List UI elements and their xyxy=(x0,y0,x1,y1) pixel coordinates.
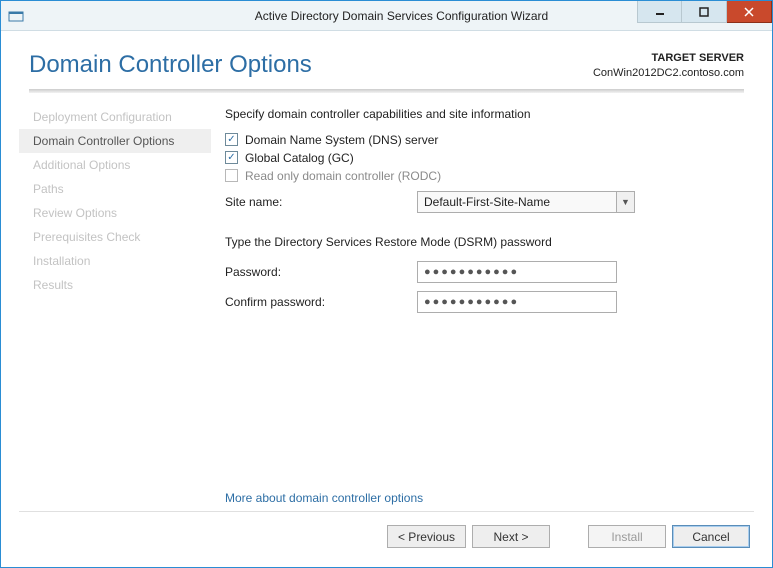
rodc-checkbox-row: Read only domain controller (RODC) xyxy=(225,169,744,183)
confirm-password-label: Confirm password: xyxy=(225,295,417,309)
next-button[interactable]: Next > xyxy=(472,525,550,548)
checkbox-icon: ✓ xyxy=(225,133,238,146)
wizard-window: Active Directory Domain Services Configu… xyxy=(0,0,773,568)
header: Domain Controller Options TARGET SERVER … xyxy=(1,31,772,89)
nav-additional-options[interactable]: Additional Options xyxy=(19,153,211,177)
dns-checkbox-row[interactable]: ✓ Domain Name System (DNS) server xyxy=(225,133,744,147)
install-button: Install xyxy=(588,525,666,548)
target-value: ConWin2012DC2.contoso.com xyxy=(593,66,744,81)
titlebar: Active Directory Domain Services Configu… xyxy=(1,1,772,31)
capabilities-heading: Specify domain controller capabilities a… xyxy=(225,107,744,121)
checkbox-icon xyxy=(225,169,238,182)
password-input[interactable]: ●●●●●●●●●●● xyxy=(417,261,617,283)
dns-label: Domain Name System (DNS) server xyxy=(245,133,438,147)
nav-results[interactable]: Results xyxy=(19,273,211,297)
content-pane: Specify domain controller capabilities a… xyxy=(211,99,744,511)
gc-label: Global Catalog (GC) xyxy=(245,151,354,165)
nav-deployment-configuration[interactable]: Deployment Configuration xyxy=(19,105,211,129)
more-about-link[interactable]: More about domain controller options xyxy=(225,491,423,505)
target-server: TARGET SERVER ConWin2012DC2.contoso.com xyxy=(593,51,744,81)
app-icon xyxy=(1,8,31,24)
gc-checkbox-row[interactable]: ✓ Global Catalog (GC) xyxy=(225,151,744,165)
site-name-label: Site name: xyxy=(225,195,417,209)
chevron-down-icon[interactable]: ▼ xyxy=(617,191,635,213)
body: Deployment Configuration Domain Controll… xyxy=(1,93,772,511)
site-name-combo[interactable]: Default-First-Site-Name xyxy=(417,191,617,213)
close-button[interactable] xyxy=(727,1,772,23)
confirm-password-row: Confirm password: ●●●●●●●●●●● xyxy=(225,291,744,313)
window-buttons xyxy=(637,1,772,30)
password-label: Password: xyxy=(225,265,417,279)
footer: < Previous Next > Install Cancel xyxy=(1,512,772,562)
nav-installation[interactable]: Installation xyxy=(19,249,211,273)
target-label: TARGET SERVER xyxy=(593,51,744,66)
maximize-button[interactable] xyxy=(682,1,727,23)
page-title: Domain Controller Options xyxy=(29,51,593,79)
previous-button[interactable]: < Previous xyxy=(387,525,466,548)
dsrm-heading: Type the Directory Services Restore Mode… xyxy=(225,235,744,249)
nav-review-options[interactable]: Review Options xyxy=(19,201,211,225)
minimize-button[interactable] xyxy=(637,1,682,23)
checkbox-icon: ✓ xyxy=(225,151,238,164)
confirm-password-input[interactable]: ●●●●●●●●●●● xyxy=(417,291,617,313)
password-row: Password: ●●●●●●●●●●● xyxy=(225,261,744,283)
nav-paths[interactable]: Paths xyxy=(19,177,211,201)
site-name-row: Site name: Default-First-Site-Name ▼ xyxy=(225,191,744,213)
rodc-label: Read only domain controller (RODC) xyxy=(245,169,441,183)
cancel-button[interactable]: Cancel xyxy=(672,525,750,548)
nav-domain-controller-options[interactable]: Domain Controller Options xyxy=(19,129,211,153)
wizard-steps: Deployment Configuration Domain Controll… xyxy=(19,99,211,511)
nav-prerequisites-check[interactable]: Prerequisites Check xyxy=(19,225,211,249)
